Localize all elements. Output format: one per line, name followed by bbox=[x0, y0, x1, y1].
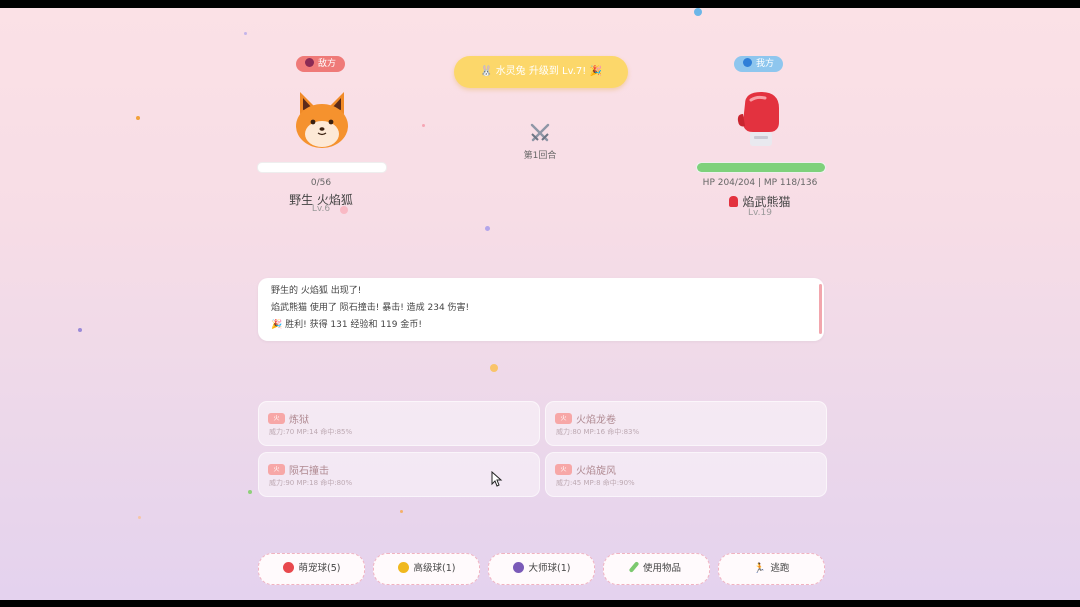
particle bbox=[248, 490, 252, 494]
particle bbox=[485, 226, 490, 231]
fire-type-badge: 火 bbox=[555, 464, 572, 475]
player-badge: 我方 bbox=[734, 56, 784, 72]
battle-log[interactable]: 野生的 火焰狐 出现了! 焰武熊猫 使用了 陨石撞击! 暴击! 造成 234 伤… bbox=[258, 278, 824, 341]
heart-icon bbox=[743, 58, 752, 67]
move-name: 陨石撞击 bbox=[289, 466, 329, 477]
enemy-hp-text: 0/56 bbox=[310, 178, 332, 188]
move-name: 火焰旋风 bbox=[576, 466, 616, 477]
fire-type-badge: 火 bbox=[555, 413, 572, 424]
particle bbox=[400, 510, 403, 513]
particle bbox=[694, 8, 702, 16]
player-hp-mp-text: HP 204/204 | MP 118/136 bbox=[702, 178, 818, 188]
great-ball-button[interactable]: 高级球(1) bbox=[373, 553, 480, 585]
party-popper-icon: 🎉 bbox=[589, 66, 602, 77]
particle bbox=[490, 364, 498, 372]
master-ball-button[interactable]: 大师球(1) bbox=[488, 553, 595, 585]
move-name: 火焰龙卷 bbox=[576, 415, 616, 426]
crossed-swords-icon bbox=[530, 123, 550, 142]
player-name: 焰武熊猫 bbox=[742, 195, 791, 209]
boxing-glove-sprite bbox=[737, 92, 779, 146]
log-line: 野生的 火焰狐 出现了! bbox=[271, 286, 362, 296]
use-item-button[interactable]: 使用物品 bbox=[603, 553, 710, 585]
move-info: 威力:90 MP:18 命中:80% bbox=[269, 479, 353, 487]
log-line: 焰武熊猫 使用了 陨石撞击! 暴击! 造成 234 伤害! bbox=[271, 303, 470, 313]
particle bbox=[244, 32, 247, 35]
enemy-hp-bar bbox=[257, 162, 387, 173]
enemy-icon bbox=[305, 58, 314, 67]
action-label: 高级球(1) bbox=[413, 563, 456, 574]
move-info: 威力:45 MP:8 命中:90% bbox=[556, 479, 635, 487]
fire-type-badge: 火 bbox=[268, 464, 285, 475]
particle bbox=[422, 124, 425, 127]
rabbit-icon: 🐰 bbox=[480, 66, 493, 77]
action-label: 萌宠球(5) bbox=[298, 563, 341, 574]
run-button[interactable]: 🏃 逃跑 bbox=[718, 553, 825, 585]
particle bbox=[78, 328, 82, 332]
mouse-cursor-icon bbox=[491, 471, 503, 487]
log-line: 胜利! 获得 131 经验和 119 金币! bbox=[285, 320, 422, 330]
move-button[interactable]: 火 火焰龙卷 威力:80 MP:16 命中:83% bbox=[545, 401, 827, 446]
move-button[interactable]: 火 火焰旋风 威力:45 MP:8 命中:90% bbox=[545, 452, 827, 497]
action-label: 大师球(1) bbox=[528, 563, 571, 574]
level-up-banner: 🐰 水灵兔 升级到 Lv.7! 🎉 bbox=[454, 56, 628, 88]
move-info: 威力:80 MP:16 命中:83% bbox=[556, 428, 640, 436]
enemy-badge-label: 敌方 bbox=[318, 59, 337, 69]
particle bbox=[136, 116, 140, 120]
party-popper-icon: 🎉 bbox=[271, 320, 283, 330]
action-label: 使用物品 bbox=[642, 563, 681, 574]
enemy-badge: 敌方 bbox=[296, 56, 346, 72]
round-label: 第1回合 bbox=[523, 151, 557, 161]
action-label: 逃跑 bbox=[770, 563, 790, 574]
player-hp-fill bbox=[697, 163, 825, 172]
level-up-text: 水灵兔 升级到 Lv.7! bbox=[495, 66, 587, 77]
move-name: 炼狱 bbox=[289, 415, 309, 426]
purple-ball-icon bbox=[512, 562, 524, 573]
fire-type-badge: 火 bbox=[268, 413, 285, 424]
move-info: 威力:70 MP:14 命中:85% bbox=[269, 428, 353, 436]
log-line-victory: 🎉 胜利! 获得 131 经验和 119 金币! bbox=[271, 317, 422, 330]
pet-ball-button[interactable]: 萌宠球(5) bbox=[258, 553, 365, 585]
particle bbox=[138, 516, 141, 519]
boxing-glove-icon bbox=[729, 196, 739, 207]
red-ball-icon bbox=[282, 562, 294, 573]
potion-icon bbox=[628, 561, 640, 573]
running-icon: 🏃 bbox=[753, 563, 766, 574]
battle-screen: 敌方 0/56 野生 火焰狐 Lv.6 🐰 水灵兔 升级到 Lv.7! 🎉 第1… bbox=[0, 8, 1080, 600]
log-scrollbar[interactable] bbox=[819, 284, 822, 334]
gold-ball-icon bbox=[397, 562, 409, 573]
enemy-level: Lv.6 bbox=[311, 204, 331, 214]
move-button[interactable]: 火 炼狱 威力:70 MP:14 命中:85% bbox=[258, 401, 540, 446]
player-hp-bar bbox=[696, 162, 826, 173]
fire-fox-sprite bbox=[296, 92, 348, 148]
player-level: Lv.19 bbox=[748, 208, 772, 218]
player-badge-label: 我方 bbox=[756, 59, 775, 69]
